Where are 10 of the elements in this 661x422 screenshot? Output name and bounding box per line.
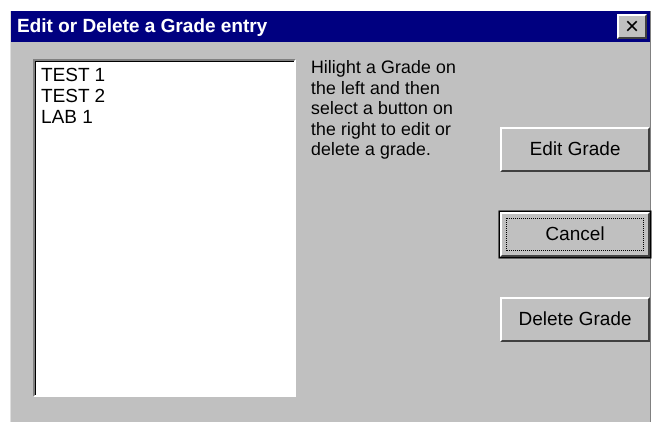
window-title: Edit or Delete a Grade entry <box>17 16 268 38</box>
list-item[interactable]: LAB 1 <box>39 107 290 128</box>
dialog-button[interactable]: Cancel <box>500 212 650 257</box>
dialog-button[interactable]: Edit Grade <box>500 127 650 172</box>
list-item[interactable]: TEST 2 <box>39 86 290 107</box>
grade-list[interactable]: TEST 1 TEST 2 LAB 1 <box>33 59 296 397</box>
close-button[interactable]: × <box>617 14 647 39</box>
instruction-text: Hilight a Grade on the left and then select a button on the right to edit or delete a grade. <box>310 57 457 161</box>
dialog-button[interactable]: Delete Grade <box>500 297 650 342</box>
list-item[interactable]: TEST 1 <box>39 65 290 86</box>
